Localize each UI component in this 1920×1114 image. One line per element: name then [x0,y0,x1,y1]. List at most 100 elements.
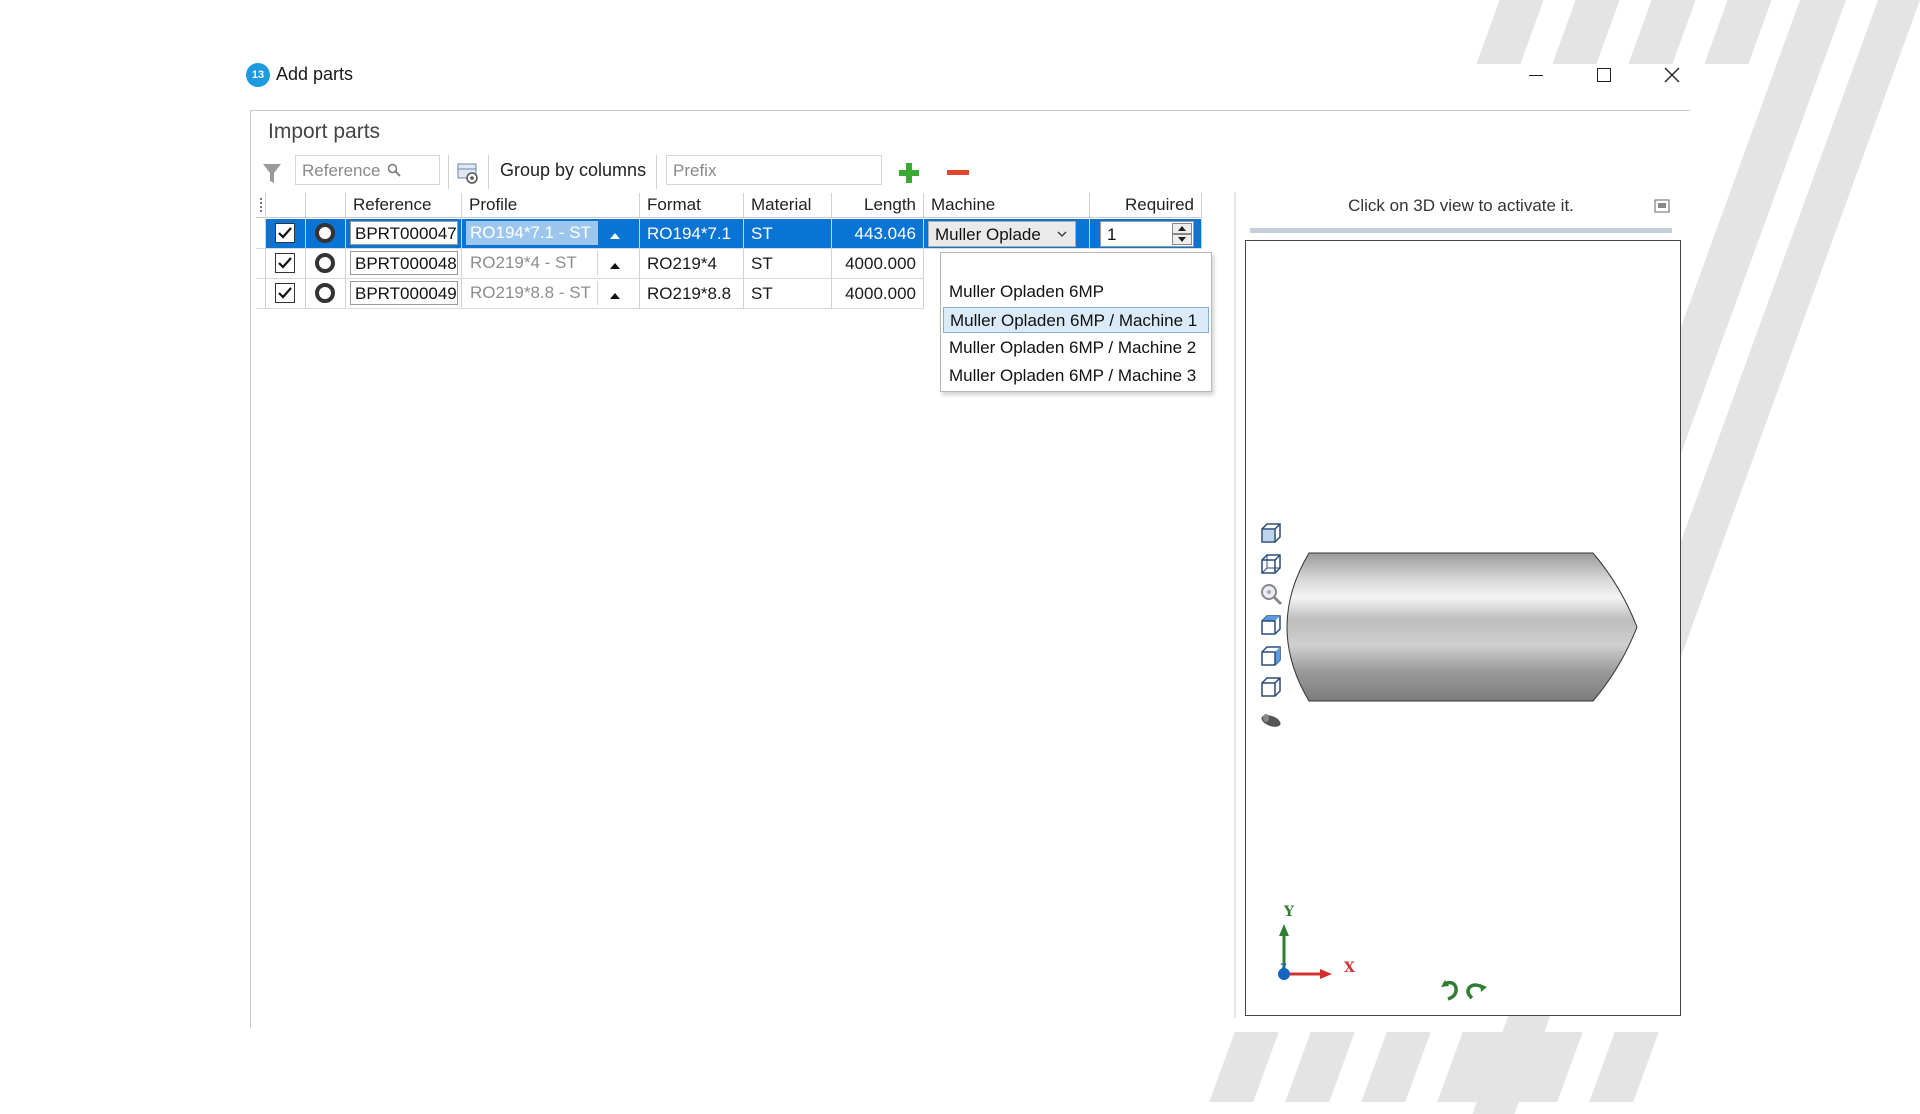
grid-header-machine[interactable]: Machine [924,193,1090,218]
zoom-icon[interactable] [1258,581,1284,607]
machine-option[interactable]: Muller Opladen 6MP [943,279,1209,305]
section-title: Import parts [268,120,381,143]
decor-stripe [1476,0,1544,64]
axis-x-label: X [1344,960,1355,976]
view-side-icon[interactable] [1258,643,1284,669]
maximize-button[interactable] [1586,60,1622,90]
reference-value[interactable]: BPRT000048 [350,251,458,275]
chevron-down-icon [1057,231,1067,237]
decor-stripe [1209,1032,1279,1102]
rotate-left-icon[interactable] [1440,978,1462,1002]
row-handle [256,279,266,309]
machine-option[interactable]: Muller Opladen 6MP / Machine 3 [943,363,1209,389]
required-cell[interactable]: 1 [1090,219,1202,249]
window-title: Add parts [276,64,354,84]
checkmark-icon [278,227,292,239]
caret-up-icon[interactable] [609,225,621,245]
toolbar-divider [488,155,489,189]
grid-header-handle [256,193,266,218]
stepper-down-button[interactable] [1172,234,1192,245]
row-shape-cell [306,249,346,279]
remove-icon[interactable] [946,168,970,178]
view-top-icon[interactable] [1258,612,1284,638]
close-icon [1664,67,1680,83]
row-check-cell[interactable] [266,249,306,279]
render-mode-icon[interactable] [1258,706,1284,732]
tube-profile-icon [315,283,335,303]
reference-cell[interactable]: BPRT000048 [346,249,462,279]
view-iso-icon[interactable] [1258,674,1284,700]
rotate-right-icon[interactable] [1464,980,1488,1002]
tube-profile-icon [315,223,335,243]
arrow-up-icon [1178,226,1186,231]
axis-y-label: Y [1284,904,1294,920]
required-stepper[interactable]: 1 [1100,221,1194,247]
profile-value[interactable]: RO219*8.8 - ST [466,281,598,305]
group-by-columns-button[interactable]: Group by columns [500,160,646,181]
grid-header-length[interactable]: Length [832,193,924,218]
part-3d-model [1286,552,1638,702]
machine-select[interactable]: Muller Oplade [928,221,1076,247]
caret-up-icon[interactable] [609,255,621,275]
profile-value[interactable]: RO194*7.1 - ST [466,221,598,245]
row-checkbox[interactable] [275,253,295,273]
arrow-down-icon [1178,237,1186,242]
machine-option-highlighted[interactable]: Muller Opladen 6MP / Machine 1 [943,307,1209,333]
view-options-icon[interactable] [1654,199,1670,213]
stepper-up-button[interactable] [1172,223,1192,234]
row-check-cell[interactable] [266,279,306,309]
minimize-button[interactable] [1518,60,1554,90]
row-handle [256,249,266,279]
machine-dropdown-list: Muller Opladen 6MP Muller Opladen 6MP / … [940,252,1212,392]
close-button[interactable] [1654,60,1690,90]
row-checkbox[interactable] [275,223,295,243]
checkmark-icon [278,257,292,269]
material-cell: ST [744,249,832,279]
minimize-icon [1529,74,1543,76]
format-cell: RO219*8.8 [640,279,744,309]
caret-up-icon[interactable] [609,285,621,305]
machine-cell[interactable]: Muller Oplade [924,219,1090,249]
maximize-icon [1597,68,1611,82]
grid-header-check [266,193,306,218]
decor-stripe [1552,0,1620,64]
prefix-input[interactable]: Prefix [666,155,882,185]
reference-search-input[interactable]: Reference [295,155,440,185]
add-icon[interactable] [898,162,920,184]
grid-header-profile[interactable]: Profile [462,193,640,218]
row-check-cell[interactable] [266,219,306,249]
toolbar-divider [448,155,449,189]
profile-cell[interactable]: RO219*8.8 - ST [462,279,640,309]
prefix-placeholder: Prefix [673,161,717,180]
decor-stripe [1628,0,1696,64]
filter-icon[interactable] [262,162,282,186]
reference-value[interactable]: BPRT000049 [350,281,458,305]
view-front-icon[interactable] [1258,520,1284,546]
view-back-icon[interactable] [1258,551,1284,577]
row-checkbox[interactable] [275,283,295,303]
profile-cell[interactable]: RO219*4 - ST [462,249,640,279]
search-icon [387,163,401,177]
reference-cell[interactable]: BPRT000047 [346,219,462,249]
grid-header-reference[interactable]: Reference [346,193,462,218]
machine-option[interactable]: Muller Opladen 6MP / Machine 2 [943,335,1209,361]
axis-triad-icon [1278,924,1332,980]
length-cell: 443.046 [832,219,924,249]
length-cell: 4000.000 [832,249,924,279]
grid-header-format[interactable]: Format [640,193,744,218]
reference-value[interactable]: BPRT000047 [350,221,458,245]
row-handle [256,219,266,249]
grid-header-material[interactable]: Material [744,193,832,218]
format-cell: RO219*4 [640,249,744,279]
profile-value[interactable]: RO219*4 - ST [466,251,598,275]
reference-placeholder: Reference [302,161,381,180]
group-settings-icon[interactable] [456,160,482,186]
panel-splitter[interactable] [1234,192,1236,1018]
machine-select-value: Muller Oplade [935,225,1041,244]
grid-header-required[interactable]: Required [1090,193,1202,218]
format-cell: RO194*7.1 [640,219,744,249]
reference-cell[interactable]: BPRT000049 [346,279,462,309]
decor-stripe [1704,0,1772,64]
decor-stripe [1589,1032,1659,1102]
profile-cell[interactable]: RO194*7.1 - ST [462,219,640,249]
